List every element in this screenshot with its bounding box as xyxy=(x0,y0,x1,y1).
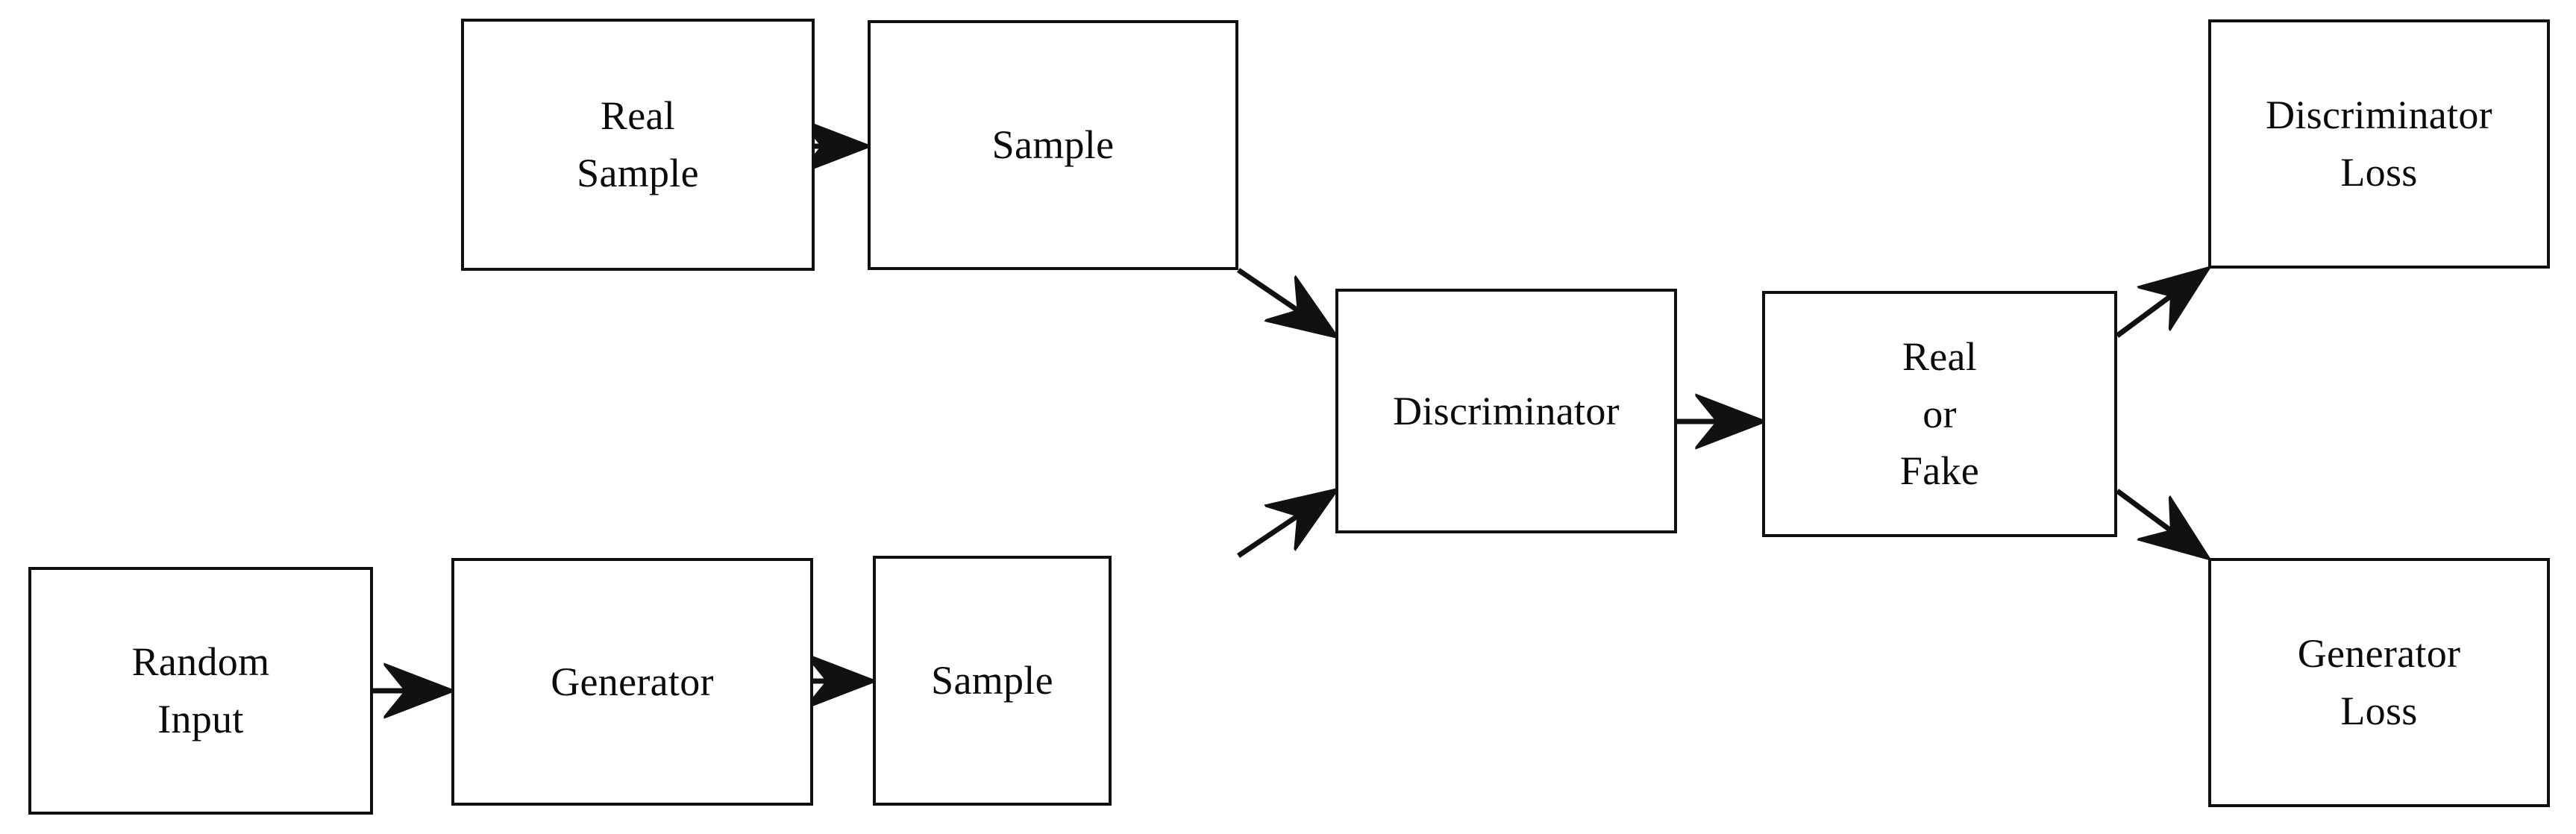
node-discriminator-loss-line-1: Loss xyxy=(2340,150,2418,195)
node-real-sample[interactable]: Real Sample xyxy=(461,19,815,271)
node-generator-line-0: Generator xyxy=(551,659,714,704)
node-sample-real[interactable]: Sample xyxy=(868,20,1238,270)
node-real-sample-line-1: Sample xyxy=(577,151,699,195)
node-real-sample-line-0: Real xyxy=(600,93,676,139)
node-generator[interactable]: Generator xyxy=(451,558,813,806)
node-generator-loss-line-0: Generator xyxy=(2297,631,2461,677)
node-discriminator-loss-line-0: Discriminator xyxy=(2266,93,2492,138)
edge-sample-fake-to-discriminator xyxy=(1237,492,1334,558)
gan-diagram-canvas: Real Sample Sample Discriminator Real or… xyxy=(0,0,2576,834)
node-real-or-fake-line-2: Fake xyxy=(1899,448,1980,494)
node-generator-loss[interactable]: Generator Loss xyxy=(2208,558,2550,807)
node-generator-loss-line-1: Loss xyxy=(2340,689,2418,733)
node-discriminator[interactable]: Discriminator xyxy=(1335,289,1677,533)
node-sample-fake[interactable]: Sample xyxy=(873,556,1112,806)
node-random-input-line-1: Input xyxy=(157,697,244,741)
node-sample-fake-line-0: Sample xyxy=(931,658,1053,703)
node-real-or-fake-line-0: Real xyxy=(1902,333,1978,379)
node-discriminator-line-0: Discriminator xyxy=(1393,388,1620,433)
edge-real-or-fake-to-discriminator-loss xyxy=(2115,270,2206,338)
edge-sample-to-discriminator xyxy=(1237,268,1334,335)
node-real-or-fake-line-1: or xyxy=(1922,391,1957,436)
node-random-input-line-0: Random xyxy=(131,639,270,685)
node-real-or-fake[interactable]: Real or Fake xyxy=(1762,291,2117,537)
node-random-input[interactable]: Random Input xyxy=(28,567,373,815)
node-sample-real-line-0: Sample xyxy=(991,122,1115,168)
edge-layer xyxy=(373,0,2576,834)
node-discriminator-loss[interactable]: Discriminator Loss xyxy=(2208,19,2550,269)
edge-real-or-fake-to-generator-loss xyxy=(2115,489,2206,556)
